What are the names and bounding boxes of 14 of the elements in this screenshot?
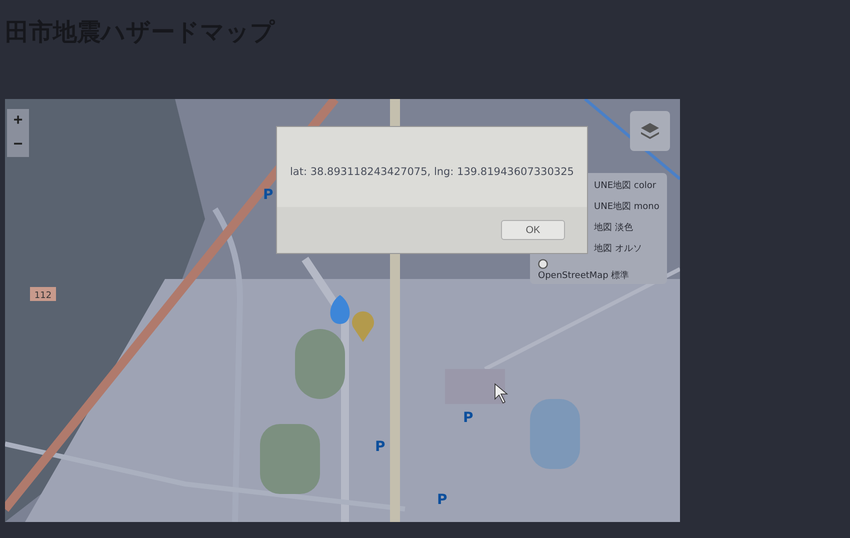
radio-button[interactable] [538, 259, 548, 269]
layers-icon [640, 122, 660, 140]
parking-sign: P [263, 187, 274, 203]
layer-option[interactable]: OpenStreetMap 標準 [530, 259, 638, 280]
mouse-cursor-icon [494, 383, 508, 404]
map-pin-icon [352, 311, 374, 342]
parking-sign: P [375, 439, 386, 455]
map-pin-icon [330, 295, 350, 324]
layers-button[interactable] [630, 111, 670, 151]
parking-sign: P [437, 492, 448, 508]
dialog-message: lat: 38.893118243427075, lng: 139.81943607330325 [289, 165, 575, 180]
road-shield: 112 [30, 287, 56, 301]
parking-sign: P [463, 410, 474, 426]
ok-button[interactable]: OK [501, 220, 565, 240]
